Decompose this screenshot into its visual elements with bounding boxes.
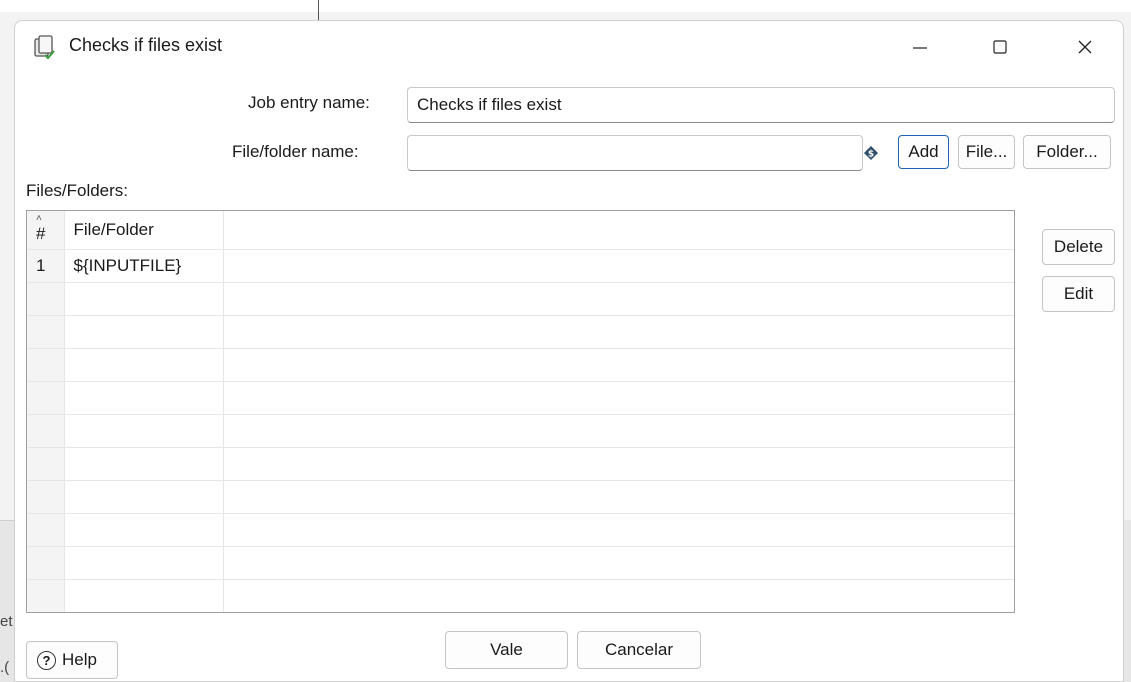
- table-row-empty[interactable]: [27, 348, 1014, 382]
- row-index: [27, 447, 65, 481]
- row-empty-cell: [223, 315, 1014, 349]
- table-row-empty[interactable]: [27, 612, 1014, 613]
- files-table[interactable]: ˄ # File/Folder 1 ${INPUTFILE}: [26, 210, 1015, 613]
- background-text-fragment: .(: [0, 659, 10, 676]
- svg-text:$: $: [868, 150, 874, 160]
- row-empty-cell: [223, 282, 1014, 316]
- row-file-folder[interactable]: [64, 348, 224, 382]
- close-button[interactable]: [1055, 29, 1115, 65]
- browse-folder-button[interactable]: Folder...: [1023, 135, 1111, 169]
- row-empty-cell: [223, 348, 1014, 382]
- row-index: [27, 579, 65, 612]
- table-row-empty[interactable]: [27, 513, 1014, 547]
- row-file-folder[interactable]: [64, 480, 224, 514]
- dialog-title: Checks if files exist: [69, 35, 223, 55]
- background-app-left: et .(: [0, 520, 14, 682]
- file-folder-name-input[interactable]: [407, 135, 863, 171]
- maximize-button[interactable]: [970, 29, 1030, 65]
- cancel-button[interactable]: Cancelar: [577, 631, 701, 669]
- row-empty-cell: [223, 381, 1014, 415]
- help-icon: ?: [37, 650, 56, 670]
- table-row-empty[interactable]: [27, 282, 1014, 316]
- row-empty-cell: [223, 546, 1014, 580]
- table-row-empty[interactable]: [27, 447, 1014, 481]
- row-index: [27, 612, 64, 613]
- row-index: [27, 513, 65, 547]
- table-row-empty[interactable]: [27, 579, 1014, 612]
- row-index: [27, 348, 65, 382]
- title-bar[interactable]: Checks if files exist: [15, 21, 1123, 73]
- row-empty-cell: [223, 480, 1014, 514]
- row-index: [27, 315, 65, 349]
- ok-button[interactable]: Vale: [445, 631, 568, 669]
- background-text-fragment: et: [0, 613, 13, 630]
- background-divider: [318, 0, 319, 22]
- maximize-icon: [993, 40, 1007, 54]
- table-header-row: ˄ # File/Folder: [27, 211, 1014, 250]
- sort-indicator-icon: ˄: [36, 213, 42, 224]
- row-file-folder[interactable]: [64, 447, 224, 481]
- row-file-folder[interactable]: [64, 282, 224, 316]
- job-entry-name-label: Job entry name:: [248, 93, 370, 112]
- row-index: [27, 381, 65, 415]
- column-header-file-folder[interactable]: File/Folder: [64, 211, 224, 250]
- checks-files-dialog: Checks if files exist Job entry name: Fi…: [14, 20, 1124, 682]
- table-row-empty[interactable]: [27, 315, 1014, 349]
- table-row[interactable]: 1 ${INPUTFILE}: [27, 249, 1014, 283]
- minimize-button[interactable]: [890, 29, 950, 65]
- row-empty-cell: [223, 513, 1014, 547]
- column-header-empty: [223, 211, 1014, 250]
- row-index: [27, 546, 65, 580]
- column-header-index[interactable]: ˄ #: [27, 211, 65, 250]
- row-empty-cell: [223, 579, 1014, 612]
- check-files-icon: [33, 35, 57, 61]
- row-file-folder[interactable]: [64, 414, 224, 448]
- row-empty-cell: [223, 447, 1014, 481]
- background-app-right: [1124, 520, 1131, 682]
- background-app-strip: [0, 0, 1131, 12]
- row-file-folder[interactable]: [64, 381, 224, 415]
- delete-button[interactable]: Delete: [1042, 229, 1115, 265]
- row-index: [27, 480, 65, 514]
- help-button[interactable]: ? Help: [26, 641, 118, 679]
- row-file-folder[interactable]: [64, 579, 224, 612]
- row-index: [27, 282, 65, 316]
- edit-button[interactable]: Edit: [1042, 276, 1115, 312]
- row-file-folder[interactable]: [64, 513, 224, 547]
- row-empty-cell: [223, 249, 1014, 283]
- files-folders-label: Files/Folders:: [26, 181, 129, 200]
- table-row-empty[interactable]: [27, 480, 1014, 514]
- close-icon: [1078, 40, 1092, 54]
- browse-file-button[interactable]: File...: [958, 135, 1015, 169]
- add-button[interactable]: Add: [898, 135, 949, 169]
- row-file-folder[interactable]: [64, 612, 223, 613]
- job-entry-name-input[interactable]: [407, 87, 1115, 123]
- row-index: 1: [27, 249, 65, 283]
- row-file-folder[interactable]: [64, 315, 224, 349]
- row-index: [27, 414, 65, 448]
- minimize-icon: [913, 47, 927, 49]
- table-row-empty[interactable]: [27, 546, 1014, 580]
- row-empty-cell: [223, 414, 1014, 448]
- help-label: Help: [62, 650, 97, 669]
- table-row-empty[interactable]: [27, 381, 1014, 415]
- row-empty-cell: [223, 612, 1014, 613]
- table-row-empty[interactable]: [27, 414, 1014, 448]
- row-file-folder[interactable]: [64, 546, 224, 580]
- variable-icon[interactable]: $: [863, 145, 879, 161]
- row-file-folder[interactable]: ${INPUTFILE}: [64, 249, 224, 283]
- file-folder-name-label: File/folder name:: [232, 142, 359, 161]
